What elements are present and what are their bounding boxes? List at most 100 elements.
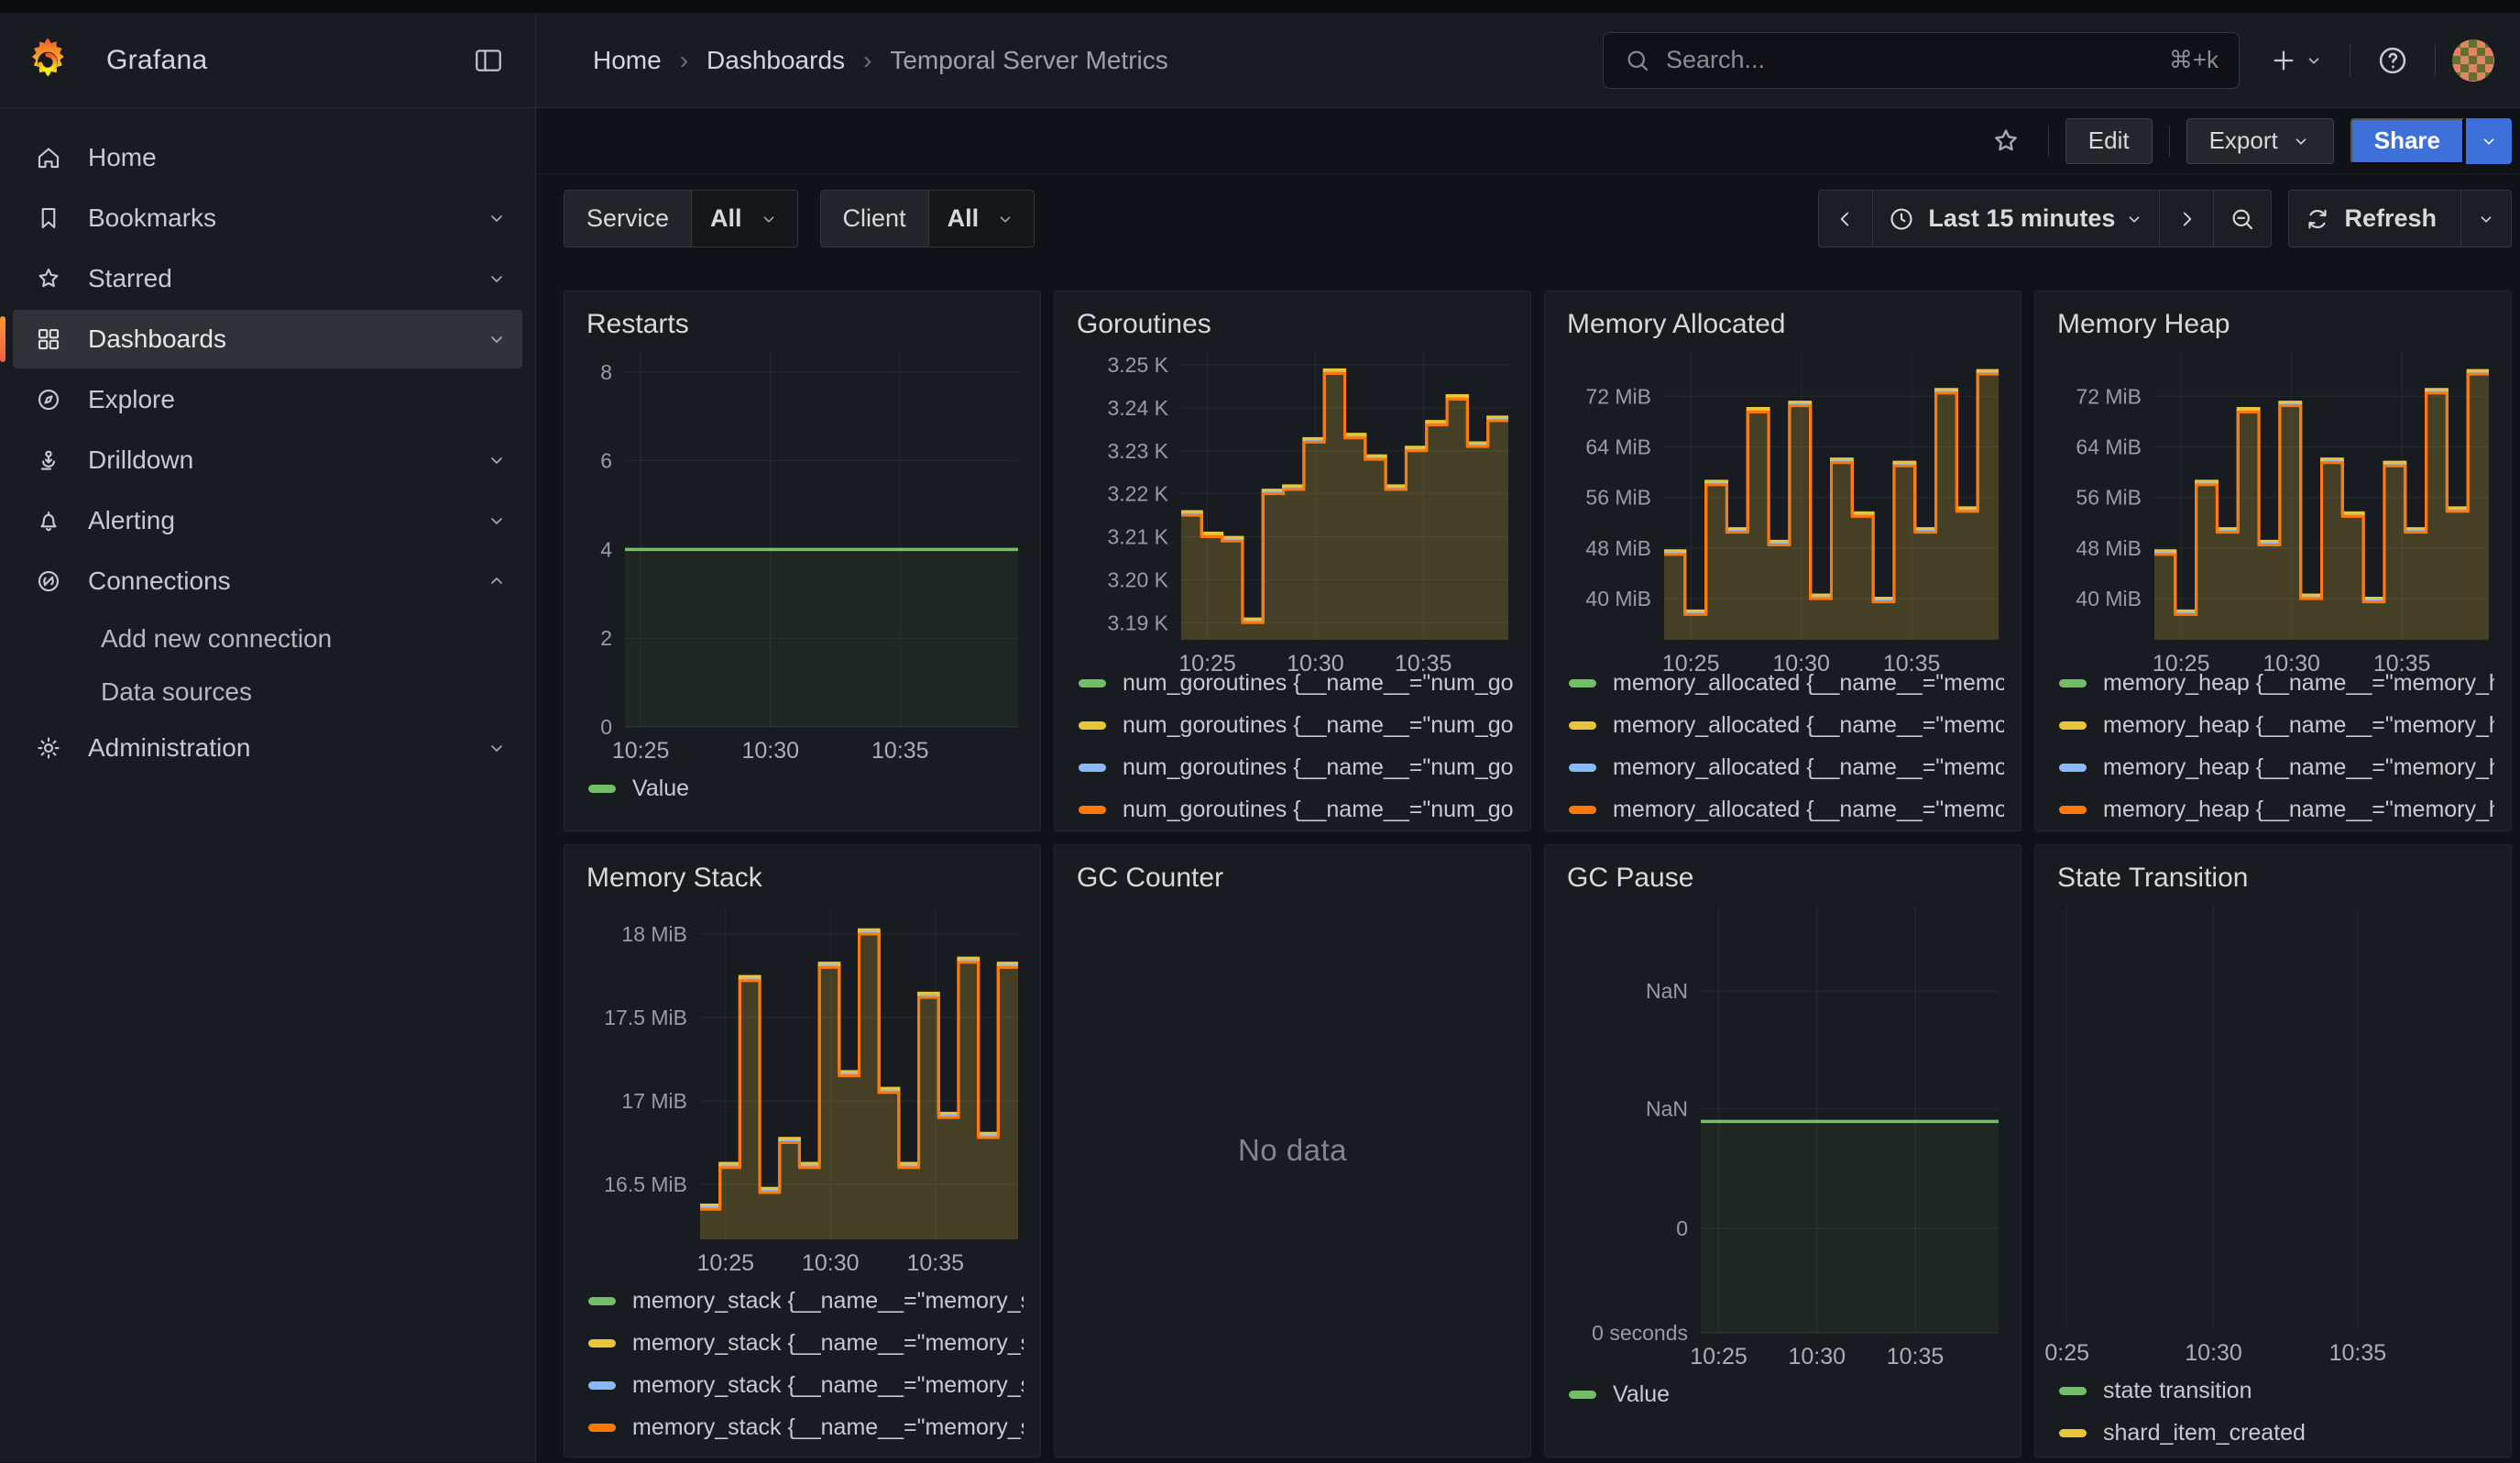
legend-swatch <box>2059 1429 2087 1437</box>
chevron-down-icon[interactable] <box>477 500 517 541</box>
legend-item[interactable]: memory_allocated {__name__="memo <box>1561 704 2004 746</box>
panel-goroutines: Goroutines 3.25 K3.24 K3.23 K3.22 K3.21 … <box>1054 291 1531 831</box>
refresh-interval-dropdown[interactable] <box>2461 190 2512 248</box>
chevron-down-icon[interactable] <box>477 440 517 480</box>
refresh-button[interactable]: Refresh <box>2288 190 2461 248</box>
window-top-strip <box>0 0 2520 13</box>
sidebar-item-administration[interactable]: Administration <box>13 719 522 777</box>
chevron-down-icon[interactable] <box>477 728 517 768</box>
legend-item[interactable]: memory_allocated {__name__="memo <box>1561 746 2004 788</box>
x-tick-label: 10:35 <box>1887 1344 1945 1370</box>
legend-label: num_goroutines {__name__="num_go <box>1123 754 1514 781</box>
sidebar-child-label: Data sources <box>101 677 252 707</box>
service-variable-dropdown[interactable]: Service All <box>564 190 798 248</box>
time-shift-forward-button[interactable] <box>2160 190 2214 248</box>
legend-item[interactable]: memory_allocated {__name__="memo <box>1561 788 2004 830</box>
export-button-label: Export <box>2209 126 2278 155</box>
svg-text:0 seconds: 0 seconds <box>1592 1321 1688 1340</box>
panel-title[interactable]: Memory Stack <box>581 858 1024 898</box>
legend-item[interactable]: Value <box>1561 1373 2004 1415</box>
svg-text:2: 2 <box>600 626 612 650</box>
legend-item[interactable]: shard_item_created <box>2052 1412 2494 1454</box>
edit-button[interactable]: Edit <box>2065 118 2153 164</box>
panel-title[interactable]: Restarts <box>581 304 1024 345</box>
topbar-left: Grafana <box>0 13 536 107</box>
x-axis: 10:2510:3010:35 <box>581 1247 1024 1280</box>
sidebar-item-label: Connections <box>88 566 231 596</box>
panel-title[interactable]: State Transition <box>2052 858 2494 898</box>
sidebar-item-alerting[interactable]: Alerting <box>13 491 522 550</box>
sidebar-item-drilldown[interactable]: Drilldown <box>13 431 522 490</box>
legend-item[interactable]: memory_stack {__name__="memory_s <box>581 1322 1024 1364</box>
legend-item[interactable]: num_goroutines {__name__="num_go <box>1071 788 1514 830</box>
chevron-down-icon[interactable] <box>477 319 517 359</box>
x-axis: 10:2510:3010:35 <box>581 734 1024 767</box>
sidebar-item-home[interactable]: Home <box>13 128 522 187</box>
sidebar-item-label: Alerting <box>88 506 175 535</box>
help-icon[interactable] <box>2367 35 2418 86</box>
panel-title[interactable]: GC Counter <box>1071 858 1514 898</box>
legend-label: num_goroutines {__name__="num_go <box>1123 797 1514 823</box>
legend-item[interactable]: memory_heap {__name__="memory_h <box>2052 704 2494 746</box>
svg-text:72 MiB: 72 MiB <box>1585 384 1651 408</box>
chevron-up-icon[interactable] <box>477 561 517 601</box>
x-axis: 10:2510:3010:35 <box>2052 647 2494 662</box>
legend-label: num_goroutines {__name__="num_go <box>1123 712 1514 739</box>
legend-item[interactable]: memory_stack {__name__="memory_s <box>581 1406 1024 1448</box>
share-dropdown-button[interactable] <box>2466 118 2512 164</box>
legend-item[interactable]: Value <box>581 767 1024 809</box>
svg-text:8: 8 <box>600 360 612 384</box>
breadcrumb-dashboards[interactable]: Dashboards <box>707 46 845 75</box>
panel-gc-counter: GC Counter No data <box>1054 844 1531 1458</box>
sidebar-item-data-sources[interactable]: Data sources <box>13 666 522 719</box>
legend-label: Value <box>632 776 689 802</box>
legend-item[interactable]: num_goroutines {__name__="num_go <box>1071 746 1514 788</box>
favorite-star-icon[interactable] <box>1980 117 2032 165</box>
legend-item[interactable]: memory_stack {__name__="memory_s <box>581 1364 1024 1406</box>
svg-text:40 MiB: 40 MiB <box>1585 587 1651 610</box>
panel-title[interactable]: GC Pause <box>1561 858 2004 898</box>
sidebar-item-add-new-connection[interactable]: Add new connection <box>13 612 522 666</box>
legend-item[interactable]: num_goroutines {__name__="num_go <box>1071 704 1514 746</box>
x-tick-label: 10:35 <box>906 1250 964 1277</box>
drilldown-icon <box>35 446 62 474</box>
chevron-down-icon <box>995 209 1015 229</box>
sidebar-item-dashboards[interactable]: Dashboards <box>13 310 522 368</box>
export-button[interactable]: Export <box>2186 118 2334 164</box>
dock-menu-toggle-icon[interactable] <box>464 36 513 85</box>
legend-swatch <box>2059 679 2087 688</box>
search-input[interactable] <box>1666 46 2169 74</box>
panel-title[interactable]: Memory Allocated <box>1561 304 2004 345</box>
legend-item[interactable]: memory_heap {__name__="memory_h <box>2052 788 2494 830</box>
legend-item[interactable]: state transition <box>2052 1370 2494 1412</box>
legend-item[interactable]: memory_heap {__name__="memory_h <box>2052 746 2494 788</box>
panel-title[interactable]: Goroutines <box>1071 304 1514 345</box>
topbar-main: Home › Dashboards › Temporal Server Metr… <box>536 13 2520 107</box>
legend-swatch <box>1569 764 1596 772</box>
breadcrumb-home[interactable]: Home <box>593 46 662 75</box>
panel-memory-allocated: Memory Allocated 72 MiB64 MiB56 MiB48 Mi… <box>1544 291 2021 831</box>
add-button[interactable] <box>2260 35 2333 86</box>
legend-item[interactable]: memory_stack {__name__="memory_s <box>581 1280 1024 1322</box>
x-tick-label: 10:25 <box>2153 651 2210 677</box>
chevron-down-icon[interactable] <box>477 258 517 299</box>
sidebar-item-starred[interactable]: Starred <box>13 249 522 308</box>
sidebar-item-explore[interactable]: Explore <box>13 370 522 429</box>
legend-swatch <box>1569 721 1596 730</box>
legend-swatch <box>1079 764 1106 772</box>
time-range-picker[interactable]: Last 15 minutes <box>1873 190 2160 248</box>
sidebar-item-label: Drilldown <box>88 446 193 475</box>
chevron-down-icon[interactable] <box>477 198 517 238</box>
active-accent-bar <box>0 316 5 362</box>
panel-title[interactable]: Memory Heap <box>2052 304 2494 345</box>
sidebar-item-bookmarks[interactable]: Bookmarks <box>13 189 522 248</box>
bell-icon <box>35 507 62 534</box>
sidebar-item-connections[interactable]: Connections <box>13 552 522 610</box>
search-box[interactable]: ⌘+k <box>1603 32 2240 89</box>
chevron-down-icon <box>759 209 779 229</box>
share-button[interactable]: Share <box>2350 118 2464 164</box>
user-avatar[interactable] <box>2452 39 2494 82</box>
client-variable-dropdown[interactable]: Client All <box>820 190 1035 248</box>
zoom-out-icon[interactable] <box>2214 190 2272 248</box>
time-shift-back-button[interactable] <box>1818 190 1873 248</box>
